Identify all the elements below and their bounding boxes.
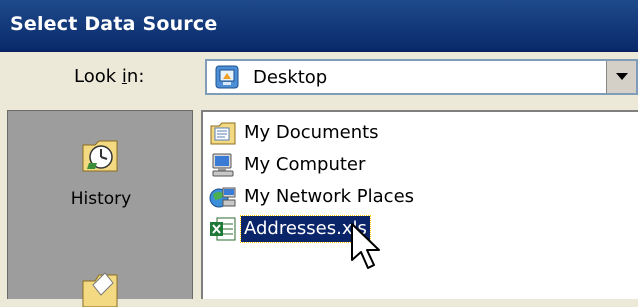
look-in-label-prefix: Look (74, 66, 122, 87)
mouse-cursor-icon (351, 223, 380, 269)
list-item[interactable]: Addresses.xls (209, 214, 371, 244)
my-computer-icon (212, 153, 234, 177)
list-item[interactable]: My Computer (209, 150, 368, 180)
my-documents-icon (210, 122, 236, 145)
file-name: My Computer (244, 154, 366, 175)
places-bar: History (7, 110, 194, 307)
look-in-label: Look in: (74, 66, 144, 87)
places-item-history[interactable]: History (8, 133, 194, 209)
history-icon (82, 140, 118, 172)
places-item-label: History (70, 189, 132, 209)
list-item[interactable]: My Network Places (209, 182, 417, 212)
dropdown-button[interactable] (606, 61, 636, 93)
folder-icon (82, 272, 118, 307)
desktop-icon (215, 65, 239, 89)
file-name: My Documents (244, 122, 379, 143)
look-in-value: Desktop (253, 67, 328, 88)
places-item-folder[interactable] (8, 267, 194, 307)
network-places-icon (209, 187, 236, 208)
chevron-down-icon (615, 73, 628, 80)
look-in-label-suffix: n: (126, 66, 145, 87)
excel-file-icon (210, 217, 236, 241)
file-name: My Network Places (244, 186, 415, 207)
list-item[interactable]: My Documents (209, 118, 382, 148)
look-in-dropdown[interactable]: Desktop (205, 59, 638, 95)
dialog-title: Select Data Source (10, 13, 218, 35)
title-bar[interactable]: Select Data Source (0, 0, 638, 52)
file-list[interactable]: My Documents My Computer My Network Plac… (201, 110, 638, 299)
